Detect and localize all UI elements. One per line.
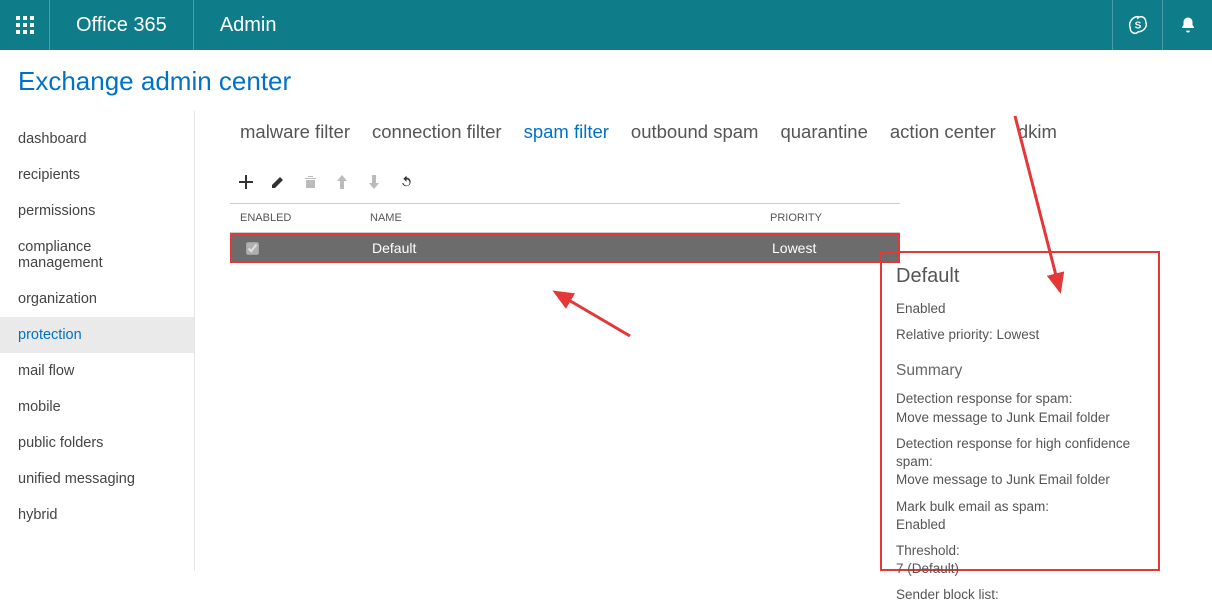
nav-item-compliance-management[interactable]: compliance management xyxy=(0,229,194,281)
row-name: Default xyxy=(372,240,772,256)
tab-action-center[interactable]: action center xyxy=(890,121,996,143)
row-enabled-checkbox[interactable] xyxy=(246,242,259,255)
left-nav: dashboardrecipientspermissionscompliance… xyxy=(0,111,195,571)
app-name: Admin xyxy=(194,14,277,37)
details-title: Default xyxy=(896,265,1144,288)
details-status: Enabled xyxy=(896,300,1144,318)
tab-spam-filter[interactable]: spam filter xyxy=(524,121,609,143)
svg-text:S: S xyxy=(1134,20,1141,31)
edit-button[interactable] xyxy=(269,173,287,191)
details-pane: Default Enabled Relative priority: Lowes… xyxy=(880,251,1160,571)
tab-dkim[interactable]: dkim xyxy=(1018,121,1057,143)
nav-item-mobile[interactable]: mobile xyxy=(0,389,194,425)
tab-outbound-spam[interactable]: outbound spam xyxy=(631,121,759,143)
summary-heading: Summary xyxy=(896,362,1144,380)
table-row[interactable]: Default Lowest xyxy=(230,233,900,263)
tab-malware-filter[interactable]: malware filter xyxy=(240,121,350,143)
nav-item-unified-messaging[interactable]: unified messaging xyxy=(0,461,194,497)
details-priority: Relative priority: Lowest xyxy=(896,326,1144,344)
col-priority: PRIORITY xyxy=(770,212,900,224)
move-down-button xyxy=(365,173,383,191)
nav-item-hybrid[interactable]: hybrid xyxy=(0,497,194,533)
col-name: NAME xyxy=(370,212,770,224)
app-launcher-icon[interactable] xyxy=(0,0,50,50)
toolbar xyxy=(225,173,1212,203)
tab-connection-filter[interactable]: connection filter xyxy=(372,121,502,143)
nav-item-public-folders[interactable]: public folders xyxy=(0,425,194,461)
nav-item-protection[interactable]: protection xyxy=(0,317,194,353)
summary-line: Detection response for high confidence s… xyxy=(896,435,1144,490)
summary-line: Sender block list: xyxy=(896,586,1144,604)
nav-item-mail-flow[interactable]: mail flow xyxy=(0,353,194,389)
nav-item-permissions[interactable]: permissions xyxy=(0,193,194,229)
tab-bar: malware filter connection filter spam filt… xyxy=(225,111,1212,173)
skype-icon[interactable]: S xyxy=(1112,0,1162,50)
refresh-button[interactable] xyxy=(397,173,415,191)
top-bar: Office 365 Admin S xyxy=(0,0,1212,50)
notification-bell-icon[interactable] xyxy=(1162,0,1212,50)
delete-button xyxy=(301,173,319,191)
nav-item-organization[interactable]: organization xyxy=(0,281,194,317)
annotation-arrow-icon xyxy=(545,286,635,341)
add-button[interactable] xyxy=(237,173,255,191)
nav-item-dashboard[interactable]: dashboard xyxy=(0,121,194,157)
policy-table: ENABLED NAME PRIORITY Default Lowest xyxy=(230,203,900,263)
tab-quarantine[interactable]: quarantine xyxy=(780,121,867,143)
summary-line: Threshold:7 (Default) xyxy=(896,542,1144,578)
page-title: Exchange admin center xyxy=(0,50,1212,111)
summary-line: Mark bulk email as spam:Enabled xyxy=(896,498,1144,534)
brand-label[interactable]: Office 365 xyxy=(50,0,194,50)
move-up-button xyxy=(333,173,351,191)
col-enabled: ENABLED xyxy=(240,212,370,224)
nav-item-recipients[interactable]: recipients xyxy=(0,157,194,193)
summary-line: Detection response for spam:Move message… xyxy=(896,390,1144,426)
table-header: ENABLED NAME PRIORITY xyxy=(230,204,900,233)
